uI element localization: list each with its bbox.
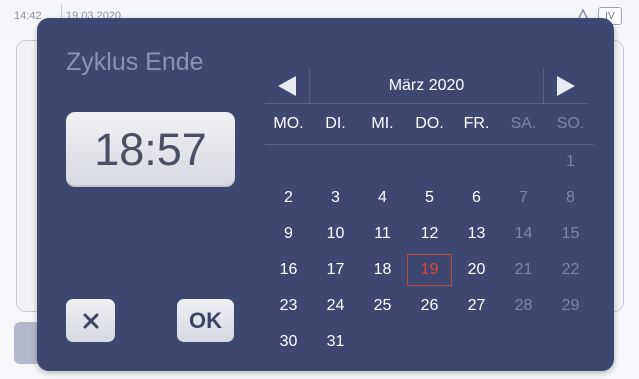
close-icon <box>83 313 98 328</box>
weekday-label: SA. <box>510 115 537 132</box>
triangle-right-icon <box>557 76 575 96</box>
calendar-day[interactable]: 9 <box>265 216 312 252</box>
weekday-label: SO. <box>556 115 585 132</box>
calendar-day[interactable]: 17 <box>312 252 359 288</box>
calendar-day[interactable]: 11 <box>359 216 406 252</box>
calendar-empty-cell <box>406 324 453 360</box>
weekday-label: DI. <box>325 115 346 132</box>
weekday-label: MI. <box>371 115 394 132</box>
calendar-day[interactable]: 15 <box>547 216 594 252</box>
next-month-button[interactable] <box>544 68 588 104</box>
calendar-header: März 2020 <box>265 68 588 104</box>
calendar-day[interactable]: 25 <box>359 288 406 324</box>
calendar-empty-cell <box>453 324 500 360</box>
time-field[interactable]: 18:57 <box>66 112 235 187</box>
triangle-left-icon <box>278 76 296 96</box>
calendar-day[interactable]: 26 <box>406 288 453 324</box>
calendar-day[interactable]: 6 <box>453 180 500 216</box>
calendar-day[interactable]: 12 <box>406 216 453 252</box>
calendar-empty-cell <box>359 324 406 360</box>
calendar-empty-cell <box>406 144 453 180</box>
calendar-day[interactable]: 31 <box>312 324 359 360</box>
calendar-day[interactable]: 7 <box>500 180 547 216</box>
calendar-day[interactable]: 4 <box>359 180 406 216</box>
calendar-day[interactable]: 30 <box>265 324 312 360</box>
clock-time: 14:42 <box>14 10 42 22</box>
calendar-grid: 1 2 3 4 5 6 7 8 9 10 11 12 13 14 15 16 17 18 19 20 21 22 23 24 2… <box>265 144 594 360</box>
calendar-day[interactable]: 27 <box>453 288 500 324</box>
calendar-empty-cell <box>500 144 547 180</box>
dialog-title: Zyklus Ende <box>66 48 204 76</box>
calendar-day[interactable]: 21 <box>500 252 547 288</box>
calendar-day[interactable]: 14 <box>500 216 547 252</box>
end-cycle-dialog: Zyklus Ende 18:57 OK März 2020 MO. DI. M… <box>37 18 614 371</box>
weekday-header: MO. DI. MI. DO. FR. SA. SO. <box>265 115 594 133</box>
calendar-day[interactable]: 29 <box>547 288 594 324</box>
calendar-empty-cell <box>547 324 594 360</box>
weekday-label: DO. <box>415 115 444 132</box>
calendar-empty-cell <box>359 144 406 180</box>
calendar-day[interactable]: 19 <box>407 254 452 286</box>
weekday-label: MO. <box>273 115 304 132</box>
calendar-day[interactable]: 22 <box>547 252 594 288</box>
calendar-empty-cell <box>312 144 359 180</box>
calendar-day[interactable]: 23 <box>265 288 312 324</box>
calendar-day[interactable]: 3 <box>312 180 359 216</box>
month-label: März 2020 <box>388 77 465 94</box>
calendar-day[interactable]: 5 <box>406 180 453 216</box>
calendar-day[interactable]: 13 <box>453 216 500 252</box>
weekday-label: FR. <box>463 115 490 132</box>
calendar-day[interactable]: 20 <box>453 252 500 288</box>
calendar-day[interactable]: 2 <box>265 180 312 216</box>
calendar-empty-cell <box>453 144 500 180</box>
calendar-day[interactable]: 8 <box>547 180 594 216</box>
prev-month-button[interactable] <box>265 68 309 104</box>
calendar-day[interactable]: 28 <box>500 288 547 324</box>
calendar-day[interactable]: 18 <box>359 252 406 288</box>
calendar-day[interactable]: 16 <box>265 252 312 288</box>
calendar-empty-cell <box>265 144 312 180</box>
cancel-button[interactable] <box>66 299 115 342</box>
calendar-empty-cell <box>500 324 547 360</box>
calendar-day[interactable]: 10 <box>312 216 359 252</box>
calendar-day[interactable]: 24 <box>312 288 359 324</box>
calendar-day[interactable]: 1 <box>547 144 594 180</box>
ok-button[interactable]: OK <box>177 299 234 342</box>
